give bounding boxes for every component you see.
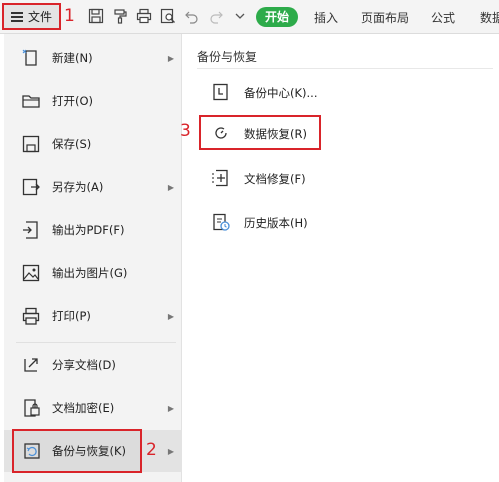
title-divider — [197, 68, 493, 69]
submenu-item-history-version[interactable]: 历史版本(H) — [183, 202, 499, 242]
submenu-arrow-icon: ▶ — [167, 53, 174, 63]
step-2-annotation: 2 — [146, 440, 157, 460]
menu-item-label: 新建(N) — [52, 51, 93, 65]
menu-item-share[interactable]: 分享文档(D) — [4, 344, 182, 386]
lock-document-icon — [21, 398, 41, 418]
print-icon — [21, 306, 41, 326]
undo-icon[interactable] — [184, 8, 200, 24]
menu-item-label: 备份与恢复(K) — [52, 444, 127, 458]
submenu-arrow-icon: ▶ — [167, 182, 174, 192]
redo-icon[interactable] — [208, 8, 224, 24]
submenu-item-backup-center[interactable]: 备份中心(K)... — [183, 72, 499, 112]
share-icon — [21, 355, 41, 375]
history-version-icon — [211, 212, 231, 232]
tab-page-layout[interactable]: 页面布局 — [361, 9, 409, 26]
menu-item-label: 输出为图片(G) — [52, 266, 128, 280]
save-icon — [21, 134, 41, 154]
submenu-arrow-icon: ▶ — [167, 446, 174, 456]
menu-item-print[interactable]: 打印(P) ▶ — [4, 295, 182, 337]
submenu-title: 备份与恢复 — [197, 50, 258, 64]
export-image-icon — [21, 263, 41, 283]
file-menu-button[interactable]: 文件 — [2, 3, 61, 30]
submenu-arrow-icon: ▶ — [167, 403, 174, 413]
export-pdf-icon — [21, 220, 41, 240]
menu-item-label: 保存(S) — [52, 137, 92, 151]
step-1-annotation: 1 — [64, 6, 75, 26]
tab-data[interactable]: 数据 — [480, 9, 499, 26]
backup-center-icon — [211, 82, 231, 102]
menu-item-export-image[interactable]: 输出为图片(G) — [4, 252, 182, 294]
print-icon[interactable] — [136, 8, 152, 24]
menu-item-export-pdf[interactable]: 输出为PDF(F) — [4, 209, 182, 251]
tab-insert[interactable]: 插入 — [314, 9, 338, 26]
submenu-item-label: 备份中心(K)... — [244, 86, 318, 100]
document-repair-icon — [211, 168, 231, 188]
submenu-item-data-recovery[interactable]: 数据恢复(R) — [183, 113, 499, 153]
submenu-item-label: 文档修复(F) — [244, 172, 306, 186]
menu-item-encrypt[interactable]: 文档加密(E) ▶ — [4, 387, 182, 429]
backup-restore-icon — [22, 441, 42, 461]
menu-item-label: 打印(P) — [52, 309, 91, 323]
recovery-icon — [211, 123, 231, 143]
submenu-item-label: 历史版本(H) — [244, 216, 308, 230]
save-icon[interactable] — [88, 8, 104, 24]
menu-item-label: 另存为(A) — [52, 180, 104, 194]
print-preview-icon[interactable] — [160, 8, 176, 24]
customize-dropdown-icon[interactable] — [232, 8, 248, 24]
tab-start[interactable]: 开始 — [256, 7, 298, 27]
file-menu: 新建(N) ▶ 打开(O) 保存(S) 另存为(A) ▶ 输出为PDF(F) 输… — [4, 34, 182, 482]
menu-item-label: 分享文档(D) — [52, 358, 116, 372]
menu-item-label: 打开(O) — [52, 94, 94, 108]
submenu-arrow-icon: ▶ — [167, 311, 174, 321]
submenu-item-document-repair[interactable]: 文档修复(F) — [183, 158, 499, 198]
save-as-icon — [21, 177, 41, 197]
hamburger-icon — [11, 12, 23, 22]
file-menu-label: 文件 — [28, 10, 53, 24]
menu-item-label: 文档加密(E) — [52, 401, 115, 415]
backup-recovery-highlight[interactable]: 备份与恢复(K) — [12, 429, 142, 473]
new-document-icon — [21, 48, 41, 68]
menu-item-save-as[interactable]: 另存为(A) ▶ — [4, 166, 182, 208]
toolbar: 文件 1 开始 插入 页面布局 公式 数据 — [0, 0, 499, 34]
step-3-annotation: 3 — [180, 121, 191, 141]
tab-formula[interactable]: 公式 — [431, 9, 455, 26]
format-painter-icon[interactable] — [112, 8, 128, 24]
open-folder-icon — [21, 91, 41, 111]
submenu-item-label: 数据恢复(R) — [244, 127, 307, 141]
menu-item-open[interactable]: 打开(O) — [4, 80, 182, 122]
menu-item-new[interactable]: 新建(N) ▶ — [4, 37, 182, 79]
backup-recovery-submenu: 备份与恢复 备份中心(K)... 数据恢复(R) 3 文档修复(F) 历史版本(… — [180, 34, 499, 482]
menu-item-label: 输出为PDF(F) — [52, 223, 125, 237]
menu-item-save[interactable]: 保存(S) — [4, 123, 182, 165]
menu-divider — [16, 342, 176, 343]
